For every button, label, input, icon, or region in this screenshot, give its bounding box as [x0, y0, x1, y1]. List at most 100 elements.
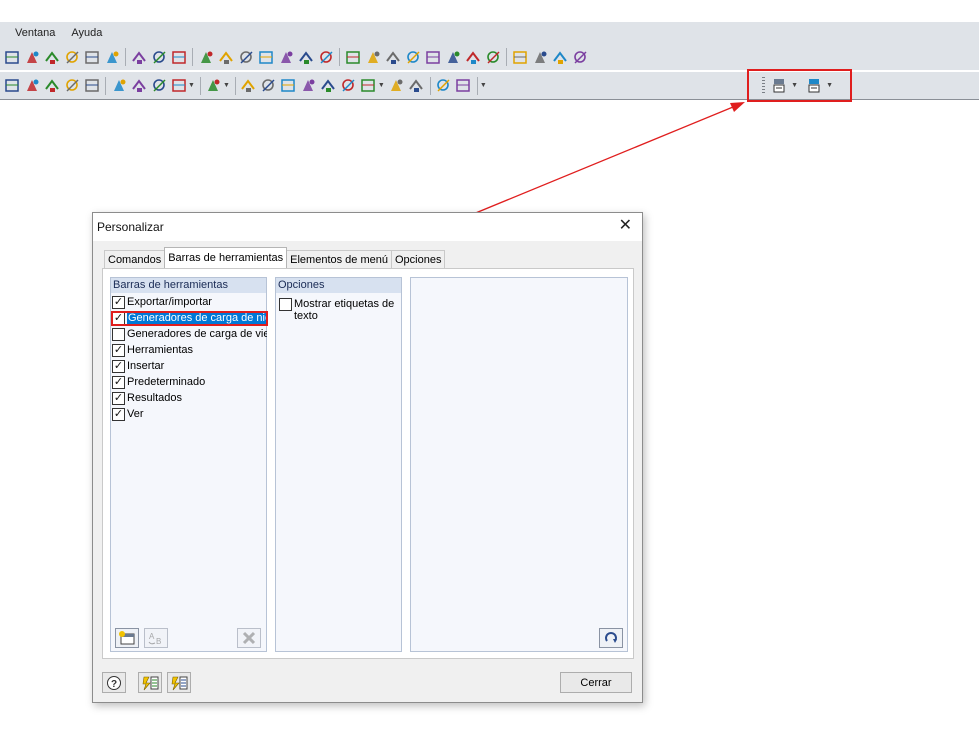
toolbar-tool-icon[interactable] — [218, 49, 235, 66]
svg-text:?: ? — [111, 679, 117, 690]
toolbar-tool-icon[interactable] — [365, 49, 382, 66]
show-text-labels-checkbox[interactable] — [279, 298, 292, 311]
toolbar-tool-icon[interactable] — [24, 49, 41, 66]
import-button[interactable] — [138, 672, 162, 693]
tool-glyph — [281, 79, 296, 92]
chevron-down-icon[interactable]: ▼ — [378, 82, 385, 89]
toolbar-tool-icon[interactable] — [435, 77, 452, 94]
toolbar-tool-icon[interactable] — [151, 49, 168, 66]
close-icon[interactable]: ✕ — [619, 218, 632, 234]
toolbar-tool-icon[interactable] — [205, 77, 222, 94]
chevron-down-icon[interactable]: ▼ — [223, 82, 230, 89]
toolbar-list-item[interactable]: ✓ Predeterminado — [112, 374, 267, 390]
chevron-down-icon[interactable]: ▼ — [480, 82, 487, 89]
toolbar-tool-icon[interactable] — [455, 77, 472, 94]
toolbar-tool-icon[interactable] — [345, 49, 362, 66]
toolbar-list-item[interactable]: ✓ Exportar/importar — [112, 294, 267, 310]
toolbar-tool-icon[interactable] — [84, 49, 101, 66]
toolbar-tool-icon[interactable] — [111, 77, 128, 94]
tool-glyph — [319, 50, 333, 64]
toolbar-tool-icon[interactable] — [552, 49, 569, 66]
toolbar-tool-icon[interactable] — [4, 77, 21, 94]
toolbar-tool-icon[interactable] — [44, 49, 61, 66]
toolbar-tool-icon[interactable] — [198, 49, 215, 66]
toolbar-separator — [199, 76, 201, 95]
show-text-labels-option[interactable]: Mostrar etiquetas de texto — [279, 298, 401, 322]
menu-ayuda[interactable]: Ayuda — [71, 27, 102, 39]
reset-button[interactable] — [599, 628, 623, 648]
tab-elementos-de-menu[interactable]: Elementos de menú — [286, 250, 392, 268]
toolbar-tool-icon[interactable] — [300, 77, 317, 94]
toolbar-visible-checkbox[interactable]: ✓ — [112, 407, 125, 421]
tool-glyph — [84, 50, 99, 64]
toolbar-tool-icon[interactable] — [131, 77, 148, 94]
help-button[interactable]: ? — [102, 672, 126, 693]
toolbar-visible-checkbox[interactable] — [112, 327, 125, 341]
toolbar-tool-icon[interactable] — [4, 49, 21, 66]
toolbar-tool-icon[interactable] — [512, 49, 529, 66]
close-button[interactable]: Cerrar — [560, 672, 632, 693]
toolbar-list-item[interactable]: ✓ Resultados — [112, 390, 267, 406]
toolbar-list-item[interactable]: ✓ Insertar — [112, 358, 267, 374]
toolbar-tool-icon[interactable] — [318, 49, 335, 66]
tab-panel: Barras de herramientas ✓ Exportar/importa… — [102, 268, 634, 659]
toolbar-tool-icon[interactable] — [340, 77, 357, 94]
toolbar-visible-checkbox[interactable]: ✓ — [112, 375, 125, 389]
toolbar-tool-icon[interactable] — [171, 49, 188, 66]
toolbar-tool-icon[interactable] — [298, 49, 315, 66]
rename-toolbar-icon: A B — [148, 632, 161, 646]
toolbar-separator — [105, 76, 106, 95]
toolbar-list-item-label: Insertar — [127, 360, 165, 372]
toolbar-tool-icon[interactable] — [151, 77, 168, 94]
tool-glyph — [262, 79, 275, 92]
toolbar-tool-icon[interactable] — [238, 49, 255, 66]
chevron-down-icon[interactable]: ▼ — [188, 82, 195, 89]
toolbar-tool-icon[interactable] — [240, 77, 257, 94]
toolbar-tool-icon[interactable] — [572, 49, 589, 66]
toolbar-visible-checkbox[interactable]: ✓ — [112, 295, 125, 309]
toolbar-visible-checkbox[interactable]: ✓ — [112, 391, 125, 405]
help-icon: ? — [107, 675, 121, 690]
toolbar-tool-icon[interactable] — [64, 49, 81, 66]
toolbar-tool-icon[interactable] — [445, 49, 462, 66]
toolbar-list-item[interactable]: ✓ Ver — [112, 406, 267, 422]
toolbar-tool-icon[interactable] — [84, 77, 101, 94]
toolbar-tool-icon[interactable] — [320, 77, 337, 94]
toolbar-tool-icon[interactable] — [171, 77, 188, 94]
toolbar-tool-icon[interactable] — [360, 77, 377, 94]
toolbar-tool-icon[interactable] — [280, 77, 297, 94]
toolbar-tool-icon[interactable] — [408, 77, 425, 94]
tab-barras-de-herramientas[interactable]: Barras de herramientas — [164, 247, 288, 268]
tool-glyph — [171, 50, 186, 64]
toolbar-tool-icon[interactable] — [532, 49, 549, 66]
toolbar-tool-icon[interactable] — [64, 77, 81, 94]
toolbar-tool-icon[interactable] — [485, 49, 502, 66]
toolbar-tool-icon[interactable] — [44, 77, 61, 94]
toolbar-tool-icon[interactable] — [24, 77, 41, 94]
toolbar-tool-icon[interactable] — [405, 49, 422, 66]
rename-toolbar-button[interactable]: A B — [144, 628, 168, 648]
toolbar-tool-icon[interactable] — [258, 49, 275, 66]
toolbar-tool-icon[interactable] — [104, 49, 121, 66]
export-button[interactable] — [167, 672, 191, 693]
tool-glyph — [425, 50, 440, 64]
delete-toolbar-button[interactable] — [237, 628, 261, 648]
toolbar-tool-icon[interactable] — [131, 49, 148, 66]
toolbar-tool-icon[interactable] — [278, 49, 295, 66]
toolbar-visible-checkbox[interactable]: ✓ — [112, 343, 125, 357]
toolbar-tool-icon[interactable] — [425, 49, 442, 66]
toolbar-tool-icon[interactable] — [388, 77, 405, 94]
options-pane-header: Opciones — [276, 278, 401, 293]
tab-opciones[interactable]: Opciones — [391, 250, 446, 268]
tab-comandos[interactable]: Comandos — [104, 250, 166, 268]
toolbar-list-item[interactable]: Generadores de carga de vie — [112, 326, 267, 342]
new-toolbar-button[interactable] — [115, 628, 139, 648]
toolbar-visible-checkbox[interactable]: ✓ — [112, 359, 125, 373]
toolbar-tool-icon[interactable] — [465, 49, 482, 66]
toolbar-tool-icon[interactable] — [260, 77, 277, 94]
tool-glyph — [131, 79, 146, 92]
menu-ventana[interactable]: Ventana — [15, 27, 55, 39]
tool-glyph — [437, 79, 450, 92]
toolbar-tool-icon[interactable] — [385, 49, 402, 66]
toolbar-list-item[interactable]: ✓ Herramientas — [112, 342, 267, 358]
